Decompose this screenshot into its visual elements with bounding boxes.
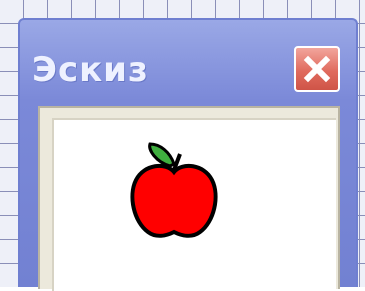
preview-canvas xyxy=(52,118,336,291)
preview-frame xyxy=(38,106,340,291)
window-titlebar[interactable]: Эскиз xyxy=(20,20,356,106)
close-button[interactable] xyxy=(294,46,340,92)
sketch-window: Эскиз xyxy=(18,18,358,291)
window-title: Эскиз xyxy=(32,50,149,90)
apple-icon xyxy=(126,136,222,251)
close-icon xyxy=(302,54,332,84)
